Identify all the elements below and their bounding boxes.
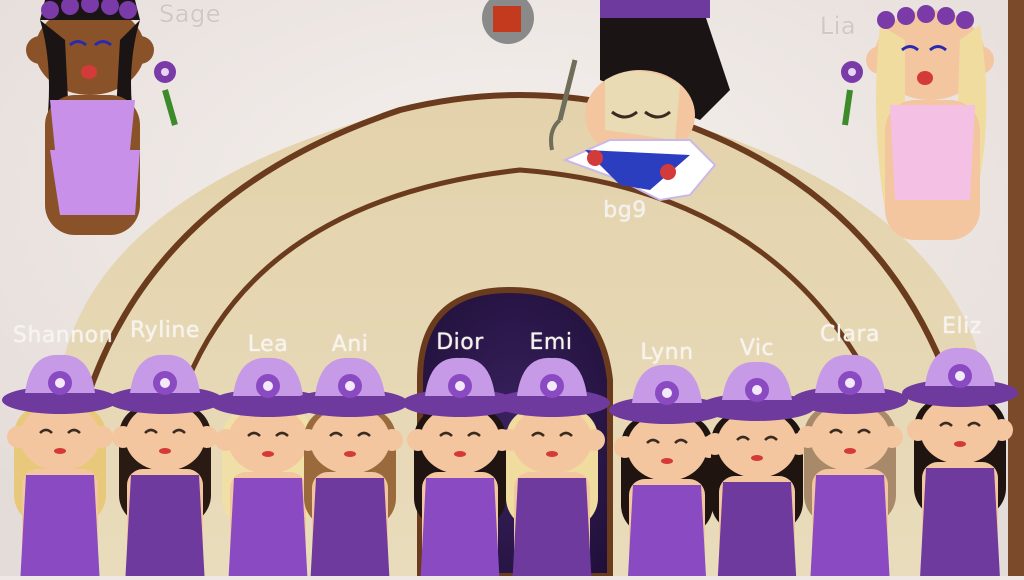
name-label-lea: Lea	[247, 332, 289, 357]
name-label-sage: Sage	[159, 0, 221, 28]
name-label-emi: Emi	[529, 330, 573, 355]
name-label-ryline: Ryline	[130, 318, 200, 343]
name-label-lynn: Lynn	[640, 340, 694, 365]
name-label-lia: Lia	[819, 12, 857, 40]
artwork-canvas: Sage Lia bg9 Shannon Ryline Lea Ani Dior…	[0, 0, 1024, 580]
right-frame	[1008, 0, 1024, 576]
name-label-shannon: Shannon	[12, 323, 114, 348]
name-label-vic: Vic	[739, 336, 775, 361]
name-label-bg9: bg9	[603, 198, 647, 223]
name-label-dior: Dior	[436, 330, 484, 355]
name-label-clara: Clara	[820, 322, 880, 347]
name-label-eliz: Eliz	[942, 314, 982, 339]
name-label-ani: Ani	[331, 332, 369, 357]
